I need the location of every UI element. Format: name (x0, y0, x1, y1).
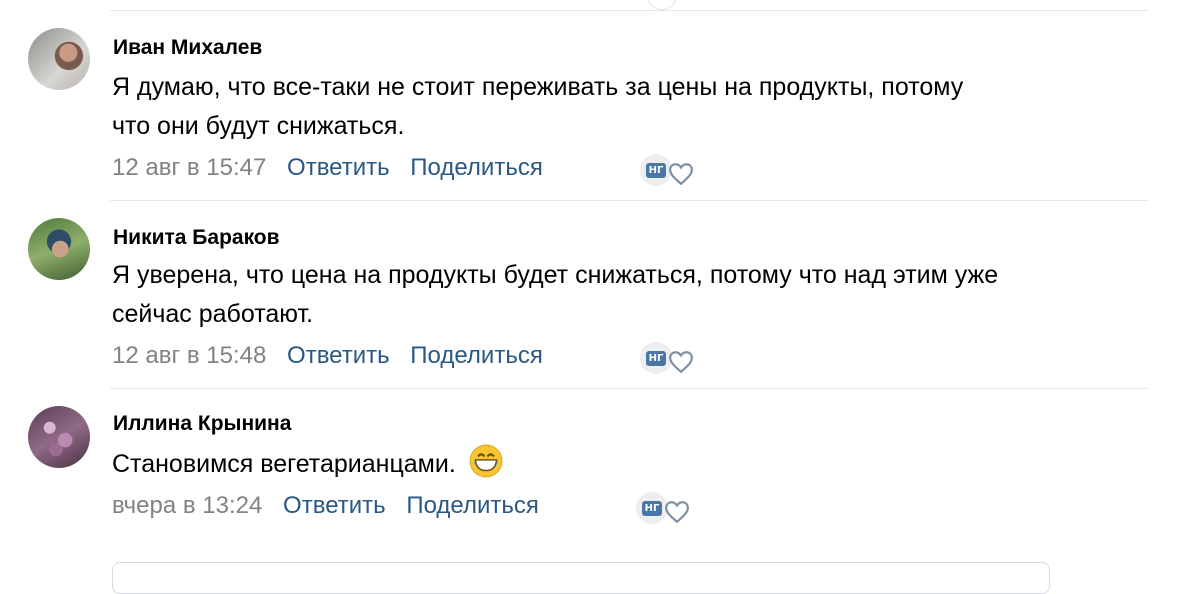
comment-date[interactable]: 12 авг в 15:47 (112, 154, 266, 181)
comment-text: Я думаю, что все-таки не стоит переживат… (112, 68, 1122, 146)
comment-text: Становимся вегетарианцами. (112, 444, 1122, 484)
comment-meta: 12 авг в 15:48 Ответить Поделиться (112, 342, 543, 370)
comment-text: Я уверена, что цена на продукты будет сн… (112, 256, 1122, 334)
comment-date[interactable]: вчера в 13:24 (112, 492, 262, 519)
like-button[interactable]: НГ (640, 340, 696, 374)
avatar[interactable] (28, 406, 90, 468)
top-divider (110, 10, 1148, 11)
heart-icon (669, 163, 693, 186)
share-button[interactable]: Поделиться (406, 492, 539, 519)
reply-button[interactable]: Ответить (287, 342, 390, 369)
comment-text-line: Я думаю, что все-таки не стоит переживат… (112, 73, 964, 101)
comment-text-line: Я уверена, что цена на продукты будет сн… (112, 261, 999, 289)
comment-meta: вчера в 13:24 Ответить Поделиться (112, 492, 539, 520)
comment-author[interactable]: Иван Михалев (113, 36, 262, 60)
comment-author[interactable]: Никита Бараков (113, 226, 280, 250)
share-button[interactable]: Поделиться (410, 154, 543, 181)
reply-button[interactable]: Ответить (283, 492, 386, 519)
avatar[interactable] (28, 28, 90, 90)
comment-text-line: Становимся вегетарианцами. (112, 450, 456, 478)
comment-text-line: что они будут снижаться. (112, 112, 405, 140)
comment-text-line: сейчас работают. (112, 300, 314, 328)
avatar[interactable] (28, 218, 90, 280)
share-button[interactable]: Поделиться (410, 342, 543, 369)
heart-icon (669, 351, 693, 374)
heart-icon (665, 501, 689, 524)
comment-meta: 12 авг в 15:47 Ответить Поделиться (112, 154, 543, 182)
comment-divider (110, 200, 1148, 201)
comment-date[interactable]: 12 авг в 15:48 (112, 342, 266, 369)
grinning-face-emoji-icon (469, 444, 503, 478)
like-button[interactable]: НГ (640, 152, 696, 186)
reply-button[interactable]: Ответить (287, 154, 390, 181)
scroll-indicator (648, 0, 676, 10)
comment-divider (110, 388, 1148, 389)
like-button[interactable]: НГ (636, 490, 692, 524)
comment-author[interactable]: Иллина Крынина (113, 412, 291, 436)
